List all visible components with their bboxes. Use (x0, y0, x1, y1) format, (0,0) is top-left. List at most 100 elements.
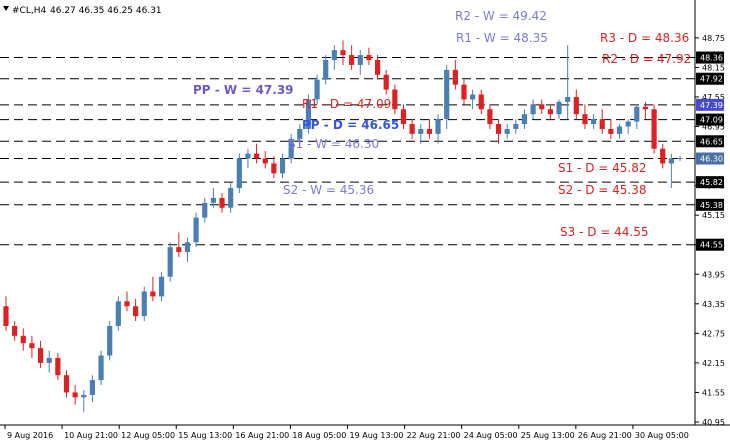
candle-body (245, 153, 251, 159)
candle-body (115, 301, 121, 326)
candle-body (452, 69, 458, 85)
candle-body (616, 126, 623, 134)
candle-body (63, 375, 70, 393)
candle-body (366, 55, 372, 61)
candle-body (530, 104, 536, 115)
pivot-label: S3 - D = 44.55 (560, 225, 649, 239)
candle-body (29, 343, 35, 349)
candle-body (72, 392, 78, 398)
candle-body (3, 306, 9, 326)
candle-body (374, 60, 381, 75)
candle-body (435, 119, 441, 134)
price-box-label: 47.92 (700, 75, 723, 84)
pivot-label: R2 - D = 47.92 (602, 52, 691, 66)
candle-body (590, 119, 597, 125)
candle-body (392, 89, 398, 110)
pivot-label: R1 - W = 48.35 (456, 31, 548, 45)
x-tick-label: 24 Aug 05:00 (464, 431, 518, 440)
candle-body (418, 128, 424, 134)
candle-body (625, 121, 631, 127)
x-tick-label: 22 Aug 21:00 (407, 431, 461, 440)
candle-body (98, 355, 104, 381)
candle-body (20, 335, 26, 344)
candle-body (236, 158, 242, 189)
candle-body (470, 94, 476, 100)
y-tick-label: 42.75 (702, 329, 725, 338)
candle-body (262, 158, 268, 164)
price-box-label: 45.38 (700, 201, 723, 210)
y-tick-label: 45.15 (702, 211, 725, 220)
candle-body (495, 124, 502, 134)
x-tick-label: 19 Aug 13:00 (350, 431, 404, 440)
candle-body (89, 380, 96, 395)
chart-window: R2 - W = 49.42 R1 - W = 48.35 R3 - D = 48.… (0, 0, 730, 444)
candle-body (521, 114, 528, 125)
candle-body (133, 306, 139, 317)
candle-body (184, 242, 191, 253)
price-box-label: 47.09 (700, 116, 723, 125)
candle-body (37, 348, 44, 363)
candle-body (331, 50, 337, 61)
y-tick-label: 41.55 (702, 388, 725, 397)
price-box-label: 48.36 (700, 54, 723, 63)
ohlc-values: 46.27 46.35 46.25 46.31 (50, 6, 162, 16)
price-box-label: 47.39 (700, 101, 723, 110)
candle-body (668, 158, 674, 164)
y-tick-label: 43.35 (702, 300, 725, 309)
candle-body (150, 291, 156, 297)
candle-body (349, 55, 355, 65)
candle-body (599, 119, 605, 129)
candle-body (573, 96, 579, 115)
candle-body (253, 153, 260, 159)
candle-body (383, 74, 389, 90)
candle-body (461, 84, 467, 100)
x-tick-label: 10 Aug 21:00 (64, 431, 118, 440)
candle-body (651, 109, 657, 149)
candle-body (547, 109, 553, 115)
candle-body (55, 357, 61, 376)
candle-body (12, 325, 18, 336)
price-box-label: 46.30 (700, 155, 723, 164)
pivot-label: PP - W = 47.39 (193, 83, 294, 97)
candle-body (323, 60, 329, 80)
x-tick-label: 16 Aug 21:00 (235, 431, 289, 440)
candle-body (271, 163, 277, 174)
candle-body (357, 55, 363, 65)
candle-body (107, 325, 113, 356)
candle-body (210, 197, 216, 203)
candle-body (141, 291, 147, 317)
symbol-label: #CL,H4 (12, 6, 46, 16)
candle-body (478, 94, 484, 110)
candle-body (400, 109, 407, 125)
pivot-label: S2 - W = 45.36 (283, 183, 374, 197)
y-tick-label: 43.95 (702, 270, 725, 279)
candle-body (193, 217, 199, 243)
pivot-label: S2 - D = 45.38 (558, 183, 647, 197)
x-tick-label: 30 Aug 05:00 (635, 431, 689, 440)
x-tick-label: 12 Aug 05:00 (121, 431, 175, 440)
candle-body (46, 357, 52, 363)
candle-body (279, 158, 286, 174)
candle-body (642, 106, 649, 110)
candle-body (487, 109, 493, 125)
pivot-label: R1 - D = 47.09 (302, 97, 391, 111)
candle-body (556, 101, 562, 115)
candle-body (539, 104, 545, 110)
pivot-label: R2 - W = 49.42 (455, 9, 547, 23)
candle-body (219, 197, 225, 208)
candle-body (444, 69, 450, 120)
candle-body (608, 128, 614, 134)
candle-body (228, 188, 234, 208)
candle-body (504, 128, 510, 134)
price-chart: R2 - W = 49.42 R1 - W = 48.35 R3 - D = 48.… (0, 0, 730, 444)
candle-body (634, 106, 640, 122)
price-box-label: 46.65 (700, 137, 723, 146)
candle-body (660, 148, 666, 164)
pivot-label: S1 - W = 46.30 (288, 137, 379, 151)
candle-body (158, 276, 165, 297)
x-tick-label: 18 Aug 05:00 (292, 431, 346, 440)
pivot-label: R3 - D = 48.36 (600, 31, 689, 45)
candle-body (176, 247, 182, 253)
candle-body (202, 202, 208, 218)
x-tick-label: 26 Aug 21:00 (578, 431, 632, 440)
